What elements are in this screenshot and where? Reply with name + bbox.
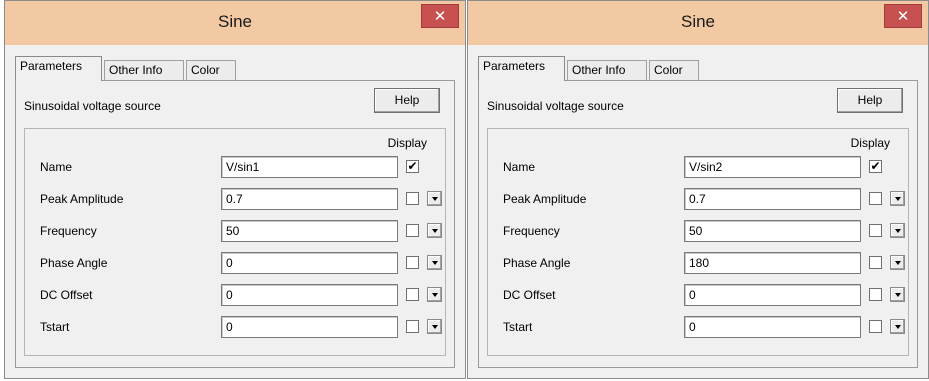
param-row-name: Name V/sin2 ✔	[488, 156, 908, 178]
display-checkbox[interactable]	[869, 288, 882, 301]
param-row-dc-offset: DC Offset 0	[488, 284, 908, 306]
display-header: Display	[850, 136, 890, 150]
tab-color[interactable]: Color	[186, 60, 236, 80]
name-input[interactable]: V/sin2	[684, 156, 861, 178]
param-label: Frequency	[40, 224, 97, 238]
param-row-peak-amplitude: Peak Amplitude 0.7	[488, 188, 908, 210]
param-row-peak-amplitude: Peak Amplitude 0.7	[25, 188, 445, 210]
name-input[interactable]: V/sin1	[221, 156, 398, 178]
tab-color[interactable]: Color	[649, 60, 699, 80]
tab-other-info[interactable]: Other Info	[104, 60, 184, 80]
frequency-input[interactable]: 50	[684, 220, 861, 242]
dropdown-arrow-icon[interactable]	[890, 191, 905, 206]
display-checkbox[interactable]	[406, 256, 419, 269]
title-bar[interactable]: Sine ✕	[5, 1, 465, 45]
param-label: DC Offset	[503, 288, 556, 302]
param-label: Frequency	[503, 224, 560, 238]
parameters-panel: Sinusoidal voltage source Help Display N…	[478, 80, 918, 368]
title-bar[interactable]: Sine ✕	[468, 1, 928, 45]
param-label: Name	[40, 160, 73, 174]
param-row-phase-angle: Phase Angle 180	[488, 252, 908, 274]
close-button[interactable]: ✕	[421, 4, 459, 28]
dialog-content: Parameters Other Info Color Sinusoidal v…	[474, 45, 922, 372]
dropdown-arrow-icon[interactable]	[890, 223, 905, 238]
tab-parameters[interactable]: Parameters	[478, 56, 565, 81]
param-row-phase-angle: Phase Angle 0	[25, 252, 445, 274]
param-label: Tstart	[40, 320, 70, 334]
dc-offset-input[interactable]: 0	[221, 284, 398, 306]
param-row-dc-offset: DC Offset 0	[25, 284, 445, 306]
dialog-title: Sine	[680, 12, 716, 31]
dropdown-arrow-icon[interactable]	[890, 319, 905, 334]
close-icon: ✕	[433, 8, 447, 25]
tab-parameters[interactable]: Parameters	[15, 56, 102, 81]
frequency-input[interactable]: 50	[221, 220, 398, 242]
display-checkbox[interactable]	[406, 288, 419, 301]
dropdown-arrow-icon[interactable]	[427, 255, 442, 270]
display-checkbox[interactable]	[869, 224, 882, 237]
tab-other-info[interactable]: Other Info	[567, 60, 647, 80]
param-label: Peak Amplitude	[40, 192, 124, 206]
param-row-frequency: Frequency 50	[25, 220, 445, 242]
source-description: Sinusoidal voltage source	[487, 99, 624, 113]
dropdown-arrow-icon[interactable]	[890, 255, 905, 270]
dc-offset-input[interactable]: 0	[684, 284, 861, 306]
peak-amplitude-input[interactable]: 0.7	[221, 188, 398, 210]
param-label: Tstart	[503, 320, 533, 334]
dialog-content: Parameters Other Info Color Sinusoidal v…	[11, 45, 459, 372]
parameters-panel: Sinusoidal voltage source Help Display N…	[15, 80, 455, 368]
tstart-input[interactable]: 0	[684, 316, 861, 338]
param-label: Name	[503, 160, 536, 174]
param-label: Phase Angle	[503, 256, 571, 270]
dropdown-arrow-icon[interactable]	[890, 287, 905, 302]
help-button[interactable]: Help	[374, 88, 440, 113]
param-label: DC Offset	[40, 288, 93, 302]
dropdown-arrow-icon[interactable]	[427, 223, 442, 238]
phase-angle-input[interactable]: 0	[221, 252, 398, 274]
display-checkbox[interactable]	[406, 320, 419, 333]
display-checkbox[interactable]: ✔	[406, 160, 419, 173]
tstart-input[interactable]: 0	[221, 316, 398, 338]
phase-angle-input[interactable]: 180	[684, 252, 861, 274]
close-icon: ✕	[896, 8, 910, 25]
dropdown-arrow-icon[interactable]	[427, 319, 442, 334]
display-header: Display	[387, 136, 427, 150]
param-row-frequency: Frequency 50	[488, 220, 908, 242]
dropdown-arrow-icon[interactable]	[427, 191, 442, 206]
parameter-group: Display Name V/sin1 ✔ Peak Amplitude 0.7 Freq…	[24, 128, 446, 356]
display-checkbox[interactable]	[406, 192, 419, 205]
sine-dialog-right: Sine ✕ Parameters Other Info Color Sinus…	[467, 0, 929, 379]
param-row-tstart: Tstart 0	[488, 316, 908, 338]
display-checkbox[interactable]	[869, 192, 882, 205]
close-button[interactable]: ✕	[884, 4, 922, 28]
display-checkbox[interactable]	[869, 320, 882, 333]
peak-amplitude-input[interactable]: 0.7	[684, 188, 861, 210]
dialog-title: Sine	[217, 12, 253, 31]
display-checkbox[interactable]	[406, 224, 419, 237]
help-button[interactable]: Help	[837, 88, 903, 113]
display-checkbox[interactable]: ✔	[869, 160, 882, 173]
param-label: Phase Angle	[40, 256, 108, 270]
source-description: Sinusoidal voltage source	[24, 99, 161, 113]
display-checkbox[interactable]	[869, 256, 882, 269]
param-label: Peak Amplitude	[503, 192, 587, 206]
param-row-name: Name V/sin1 ✔	[25, 156, 445, 178]
param-row-tstart: Tstart 0	[25, 316, 445, 338]
dropdown-arrow-icon[interactable]	[427, 287, 442, 302]
sine-dialog-left: Sine ✕ Parameters Other Info Color Sinus…	[4, 0, 466, 379]
parameter-group: Display Name V/sin2 ✔ Peak Amplitude 0.7 Freq…	[487, 128, 909, 356]
